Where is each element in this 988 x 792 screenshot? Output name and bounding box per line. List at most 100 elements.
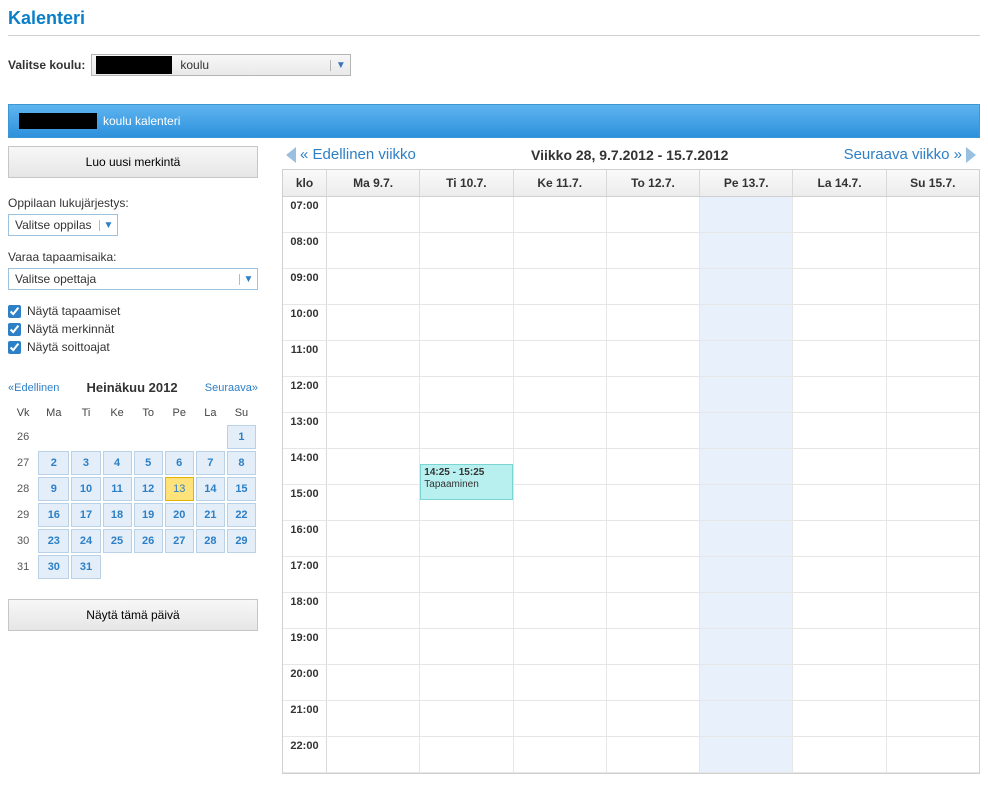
grid-cell[interactable]: [327, 197, 420, 232]
grid-cell[interactable]: [514, 485, 607, 520]
grid-cell[interactable]: [887, 305, 979, 340]
minical-next-link[interactable]: Seuraava»: [205, 382, 258, 394]
grid-cell[interactable]: [607, 485, 700, 520]
minical-day[interactable]: 21: [196, 503, 225, 527]
minical-day[interactable]: 19: [134, 503, 163, 527]
grid-cell[interactable]: [607, 341, 700, 376]
grid-cell[interactable]: [514, 305, 607, 340]
grid-cell[interactable]: [514, 233, 607, 268]
minical-day[interactable]: 2: [38, 451, 69, 475]
grid-cell[interactable]: [420, 737, 513, 772]
grid-cell[interactable]: [700, 629, 793, 664]
grid-cell[interactable]: [420, 593, 513, 628]
grid-cell[interactable]: [420, 377, 513, 412]
grid-cell[interactable]: [793, 377, 886, 412]
grid-cell[interactable]: [700, 449, 793, 484]
grid-cell[interactable]: [700, 341, 793, 376]
grid-cell[interactable]: [793, 197, 886, 232]
grid-cell[interactable]: [514, 557, 607, 592]
grid-cell[interactable]: [607, 701, 700, 736]
grid-cell[interactable]: [420, 341, 513, 376]
grid-cell[interactable]: [793, 341, 886, 376]
grid-cell[interactable]: [793, 413, 886, 448]
grid-cell[interactable]: [793, 737, 886, 772]
grid-cell[interactable]: [514, 629, 607, 664]
minical-day[interactable]: 26: [134, 529, 163, 553]
grid-cell[interactable]: [887, 737, 979, 772]
grid-cell[interactable]: [700, 305, 793, 340]
grid-cell[interactable]: [327, 557, 420, 592]
minical-day[interactable]: 11: [103, 477, 132, 501]
grid-cell[interactable]: [887, 341, 979, 376]
grid-cell[interactable]: [327, 449, 420, 484]
show-today-button[interactable]: Näytä tämä päivä: [8, 599, 258, 631]
grid-cell[interactable]: [420, 197, 513, 232]
grid-cell[interactable]: [887, 377, 979, 412]
grid-cell[interactable]: [700, 665, 793, 700]
grid-cell[interactable]: [327, 305, 420, 340]
grid-cell[interactable]: [887, 557, 979, 592]
grid-cell[interactable]: [793, 521, 886, 556]
grid-cell[interactable]: [793, 233, 886, 268]
grid-cell[interactable]: [420, 233, 513, 268]
minical-day[interactable]: 1: [227, 425, 256, 449]
minical-day[interactable]: 30: [38, 555, 69, 579]
grid-cell[interactable]: [887, 521, 979, 556]
grid-cell[interactable]: [514, 593, 607, 628]
grid-cell[interactable]: [700, 521, 793, 556]
grid-cell[interactable]: [793, 629, 886, 664]
grid-cell[interactable]: [887, 413, 979, 448]
grid-cell[interactable]: [514, 521, 607, 556]
show-meetings-checkbox[interactable]: [8, 305, 21, 318]
minical-day[interactable]: 10: [71, 477, 100, 501]
grid-cell[interactable]: [607, 413, 700, 448]
grid-cell[interactable]: [607, 665, 700, 700]
grid-cell[interactable]: [607, 197, 700, 232]
grid-cell[interactable]: [700, 269, 793, 304]
minical-day[interactable]: 15: [227, 477, 256, 501]
grid-cell[interactable]: [514, 449, 607, 484]
grid-cell[interactable]: [887, 485, 979, 520]
grid-cell[interactable]: [327, 737, 420, 772]
grid-cell[interactable]: [793, 557, 886, 592]
grid-cell[interactable]: [327, 377, 420, 412]
grid-cell[interactable]: [793, 449, 886, 484]
minical-day[interactable]: 29: [227, 529, 256, 553]
grid-cell[interactable]: [887, 449, 979, 484]
grid-cell[interactable]: [700, 557, 793, 592]
grid-cell[interactable]: [793, 305, 886, 340]
grid-cell[interactable]: [607, 737, 700, 772]
grid-cell[interactable]: 14:25 - 15:25Tapaaminen: [420, 449, 513, 484]
grid-cell[interactable]: [327, 413, 420, 448]
grid-cell[interactable]: [607, 449, 700, 484]
grid-cell[interactable]: [793, 485, 886, 520]
grid-cell[interactable]: [607, 233, 700, 268]
grid-cell[interactable]: [607, 269, 700, 304]
grid-cell[interactable]: [607, 629, 700, 664]
grid-cell[interactable]: [700, 413, 793, 448]
grid-cell[interactable]: [420, 269, 513, 304]
next-week-link[interactable]: Seuraava viikko »: [844, 146, 976, 163]
minical-day[interactable]: 27: [165, 529, 194, 553]
grid-cell[interactable]: [887, 197, 979, 232]
grid-cell[interactable]: [887, 665, 979, 700]
grid-cell[interactable]: [887, 593, 979, 628]
grid-cell[interactable]: [514, 737, 607, 772]
grid-cell[interactable]: [420, 305, 513, 340]
grid-cell[interactable]: [793, 665, 886, 700]
minical-day[interactable]: 28: [196, 529, 225, 553]
grid-cell[interactable]: [700, 737, 793, 772]
grid-cell[interactable]: [327, 233, 420, 268]
minical-day[interactable]: 22: [227, 503, 256, 527]
grid-cell[interactable]: [607, 593, 700, 628]
grid-cell[interactable]: [607, 305, 700, 340]
grid-cell[interactable]: [327, 665, 420, 700]
grid-cell[interactable]: [420, 629, 513, 664]
grid-cell[interactable]: [700, 233, 793, 268]
grid-cell[interactable]: [607, 521, 700, 556]
grid-cell[interactable]: [700, 197, 793, 232]
grid-cell[interactable]: [793, 593, 886, 628]
new-entry-button[interactable]: Luo uusi merkintä: [8, 146, 258, 178]
grid-cell[interactable]: [793, 701, 886, 736]
prev-week-link[interactable]: « Edellinen viikko: [286, 146, 416, 163]
